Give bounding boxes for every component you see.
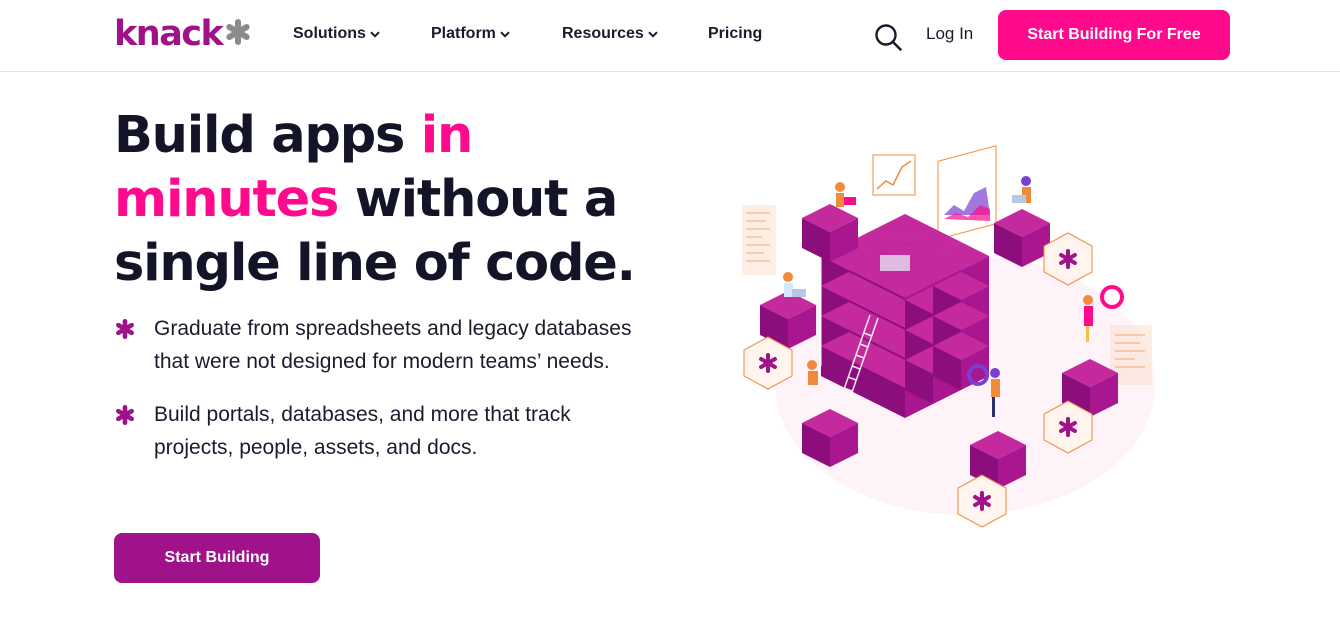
hero-title-part1: Build apps: [114, 106, 421, 165]
start-building-free-button[interactable]: Start Building For Free: [998, 10, 1230, 60]
hero-bullet-text: Build portals, databases, and more that …: [154, 403, 571, 459]
login-link[interactable]: Log In: [926, 24, 973, 44]
hero-bullet: Build portals, databases, and more that …: [114, 398, 654, 464]
nav-resources[interactable]: Resources: [562, 22, 708, 46]
start-building-button[interactable]: Start Building: [114, 533, 320, 583]
nav-pricing-label: Pricing: [708, 25, 763, 42]
asterisk-bullet-icon: [114, 398, 154, 431]
nav-solutions[interactable]: Solutions: [293, 22, 431, 46]
hero-bullet-text: Graduate from spreadsheets and legacy da…: [154, 317, 632, 373]
site-header: knack Solutions Platform Resources Prici…: [0, 0, 1340, 72]
hero-bullet: Graduate from spreadsheets and legacy da…: [114, 312, 654, 378]
nav-resources-label: Resources: [562, 25, 644, 42]
nav-platform[interactable]: Platform: [431, 22, 562, 46]
hero-bullet-list: Graduate from spreadsheets and legacy da…: [114, 312, 654, 484]
chevron-down-icon: [500, 25, 510, 43]
hero-illustration: [730, 145, 1180, 540]
nav-pricing[interactable]: Pricing: [708, 22, 762, 46]
asterisk-bullet-icon: [114, 312, 154, 345]
nav-platform-label: Platform: [431, 25, 496, 42]
hero-title: Build apps in minutes without a single l…: [114, 104, 674, 296]
logo-wordmark: knack: [114, 13, 224, 54]
nav-solutions-label: Solutions: [293, 25, 366, 42]
search-icon[interactable]: [873, 22, 903, 52]
chevron-down-icon: [648, 25, 658, 43]
knack-logo[interactable]: knack: [114, 14, 252, 54]
main-nav: Solutions Platform Resources Pricing: [293, 22, 762, 46]
asterisk-logo-icon: [224, 18, 252, 51]
chevron-down-icon: [370, 25, 380, 43]
